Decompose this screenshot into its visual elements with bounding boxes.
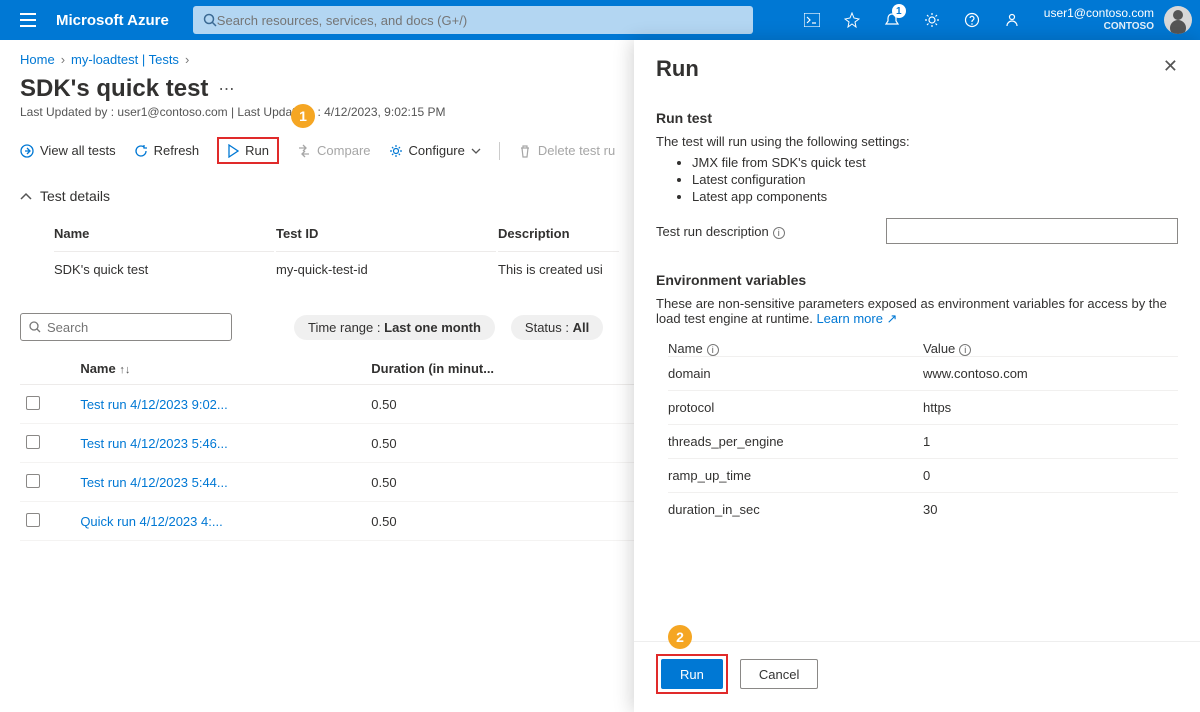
hamburger-menu-icon[interactable]: [8, 0, 48, 40]
env-var-row: ramp_up_time0: [668, 458, 1178, 492]
brand-label: Microsoft Azure: [56, 12, 169, 29]
col-checkbox: [20, 353, 74, 385]
env-var-value: www.contoso.com: [923, 366, 1178, 381]
run-duration: 0.50: [365, 424, 656, 463]
env-var-row: duration_in_sec30: [668, 492, 1178, 526]
env-var-value: 1: [923, 434, 1178, 449]
table-row: SDK's quick test my-quick-test-id This i…: [54, 251, 619, 287]
run-duration: 0.50: [365, 463, 656, 502]
settings-icon[interactable]: [912, 0, 952, 40]
env-var-value: https: [923, 400, 1178, 415]
copilot-icon[interactable]: [832, 0, 872, 40]
search-icon: [29, 321, 41, 333]
env-var-name: threads_per_engine: [668, 434, 923, 449]
info-icon[interactable]: i: [773, 227, 785, 239]
delete-test-run-button[interactable]: Delete test ru: [518, 143, 615, 158]
annotation-2: 2: [668, 625, 692, 649]
time-range-filter[interactable]: Time range : Last one month: [294, 315, 495, 340]
col-run-name[interactable]: Name ↑↓: [74, 353, 365, 385]
page-title: SDK's quick test: [20, 75, 208, 103]
user-email: user1@contoso.com: [1044, 6, 1154, 20]
runs-search-input[interactable]: [47, 320, 223, 335]
avatar[interactable]: [1164, 6, 1192, 34]
env-var-row: domainwww.contoso.com: [668, 356, 1178, 390]
col-name: Name: [54, 216, 274, 249]
top-bar: Microsoft Azure 1 user1@contoso.com CONT…: [0, 0, 1200, 40]
run-test-intro: The test will run using the following se…: [656, 134, 1178, 149]
test-run-desc-input[interactable]: [886, 218, 1178, 244]
col-duration[interactable]: Duration (in minut...: [365, 353, 656, 385]
env-var-value: 30: [923, 502, 1178, 517]
env-var-name: duration_in_sec: [668, 502, 923, 517]
env-var-value: 0: [923, 468, 1178, 483]
settings-list: JMX file from SDK's quick test Latest con…: [692, 155, 1178, 204]
feedback-icon[interactable]: [992, 0, 1032, 40]
col-desc: Description: [498, 216, 619, 249]
run-button[interactable]: Run: [217, 137, 279, 164]
list-item: Latest configuration: [692, 172, 1178, 187]
col-testid: Test ID: [276, 216, 496, 249]
chevron-up-icon: [20, 192, 32, 200]
env-col-value: Valuei: [923, 341, 1178, 356]
test-details-table: Name Test ID Description SDK's quick tes…: [52, 214, 621, 289]
env-vars-intro: These are non-sensitive parameters expos…: [656, 296, 1178, 327]
env-var-name: protocol: [668, 400, 923, 415]
run-name-link[interactable]: Quick run 4/12/2023 4:...: [80, 514, 222, 529]
run-test-heading: Run test: [656, 110, 1178, 126]
more-actions-icon[interactable]: ⋯: [218, 79, 235, 99]
sort-icon: ↑↓: [119, 364, 130, 376]
run-name-link[interactable]: Test run 4/12/2023 5:46...: [80, 436, 227, 451]
annotation-1: 1: [291, 104, 315, 128]
env-col-name: Namei: [668, 341, 923, 356]
global-search[interactable]: [193, 6, 753, 34]
view-all-tests-button[interactable]: View all tests: [20, 143, 116, 158]
run-panel: Run ✕ Run test The test will run using t…: [634, 40, 1200, 712]
list-item: Latest app components: [692, 189, 1178, 204]
search-icon: [203, 13, 217, 27]
compare-button[interactable]: Compare: [297, 143, 370, 158]
close-icon[interactable]: ✕: [1163, 56, 1178, 77]
global-search-input[interactable]: [217, 13, 743, 28]
env-var-name: ramp_up_time: [668, 468, 923, 483]
run-name-link[interactable]: Test run 4/12/2023 5:44...: [80, 475, 227, 490]
panel-run-button[interactable]: Run: [661, 659, 723, 689]
info-icon[interactable]: i: [707, 344, 719, 356]
run-name-link[interactable]: Test run 4/12/2023 9:02...: [80, 397, 227, 412]
breadcrumb-home[interactable]: Home: [20, 52, 55, 67]
chevron-right-icon: ›: [185, 52, 189, 67]
panel-cancel-button[interactable]: Cancel: [740, 659, 818, 689]
run-duration: 0.50: [365, 385, 656, 424]
row-checkbox[interactable]: [26, 474, 40, 488]
env-var-row: threads_per_engine1: [668, 424, 1178, 458]
help-icon[interactable]: [952, 0, 992, 40]
notifications-icon[interactable]: 1: [872, 0, 912, 40]
notification-badge: 1: [892, 4, 906, 18]
row-checkbox[interactable]: [26, 396, 40, 410]
refresh-button[interactable]: Refresh: [134, 143, 200, 158]
env-vars-heading: Environment variables: [656, 272, 1178, 288]
env-var-row: protocolhttps: [668, 390, 1178, 424]
row-checkbox[interactable]: [26, 513, 40, 527]
status-filter[interactable]: Status : All: [511, 315, 603, 340]
chevron-right-icon: ›: [61, 52, 65, 67]
learn-more-link[interactable]: Learn more ↗: [816, 311, 897, 326]
cloud-shell-icon[interactable]: [792, 0, 832, 40]
info-icon[interactable]: i: [959, 344, 971, 356]
toolbar-divider: [499, 142, 500, 160]
breadcrumb-resource[interactable]: my-loadtest | Tests: [71, 52, 179, 67]
tenant-label: CONTOSO: [1044, 20, 1154, 34]
configure-dropdown[interactable]: Configure: [389, 143, 481, 158]
env-var-name: domain: [668, 366, 923, 381]
user-block[interactable]: user1@contoso.com CONTOSO: [1044, 6, 1154, 34]
row-checkbox[interactable]: [26, 435, 40, 449]
test-run-desc-label: Test run descriptioni: [656, 224, 876, 239]
run-duration: 0.50: [365, 502, 656, 541]
chevron-down-icon: [471, 148, 481, 154]
panel-title: Run: [656, 56, 699, 82]
runs-search[interactable]: [20, 313, 232, 341]
list-item: JMX file from SDK's quick test: [692, 155, 1178, 170]
